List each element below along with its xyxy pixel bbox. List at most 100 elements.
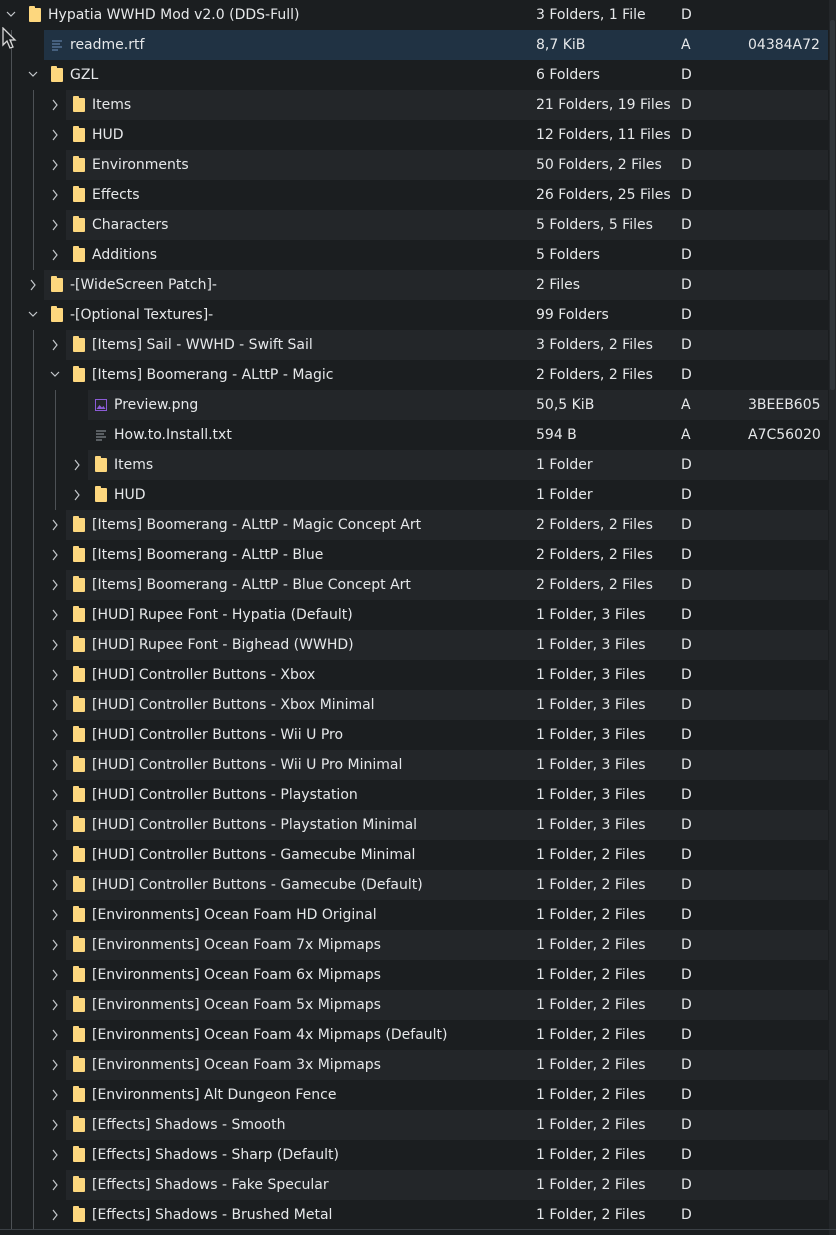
chevron-right-icon[interactable]: [48, 1020, 62, 1050]
tree-row[interactable]: Items 21 Folders, 19 Files D: [0, 90, 828, 120]
chevron-right-icon[interactable]: [48, 900, 62, 930]
chevron-right-icon[interactable]: [48, 330, 62, 360]
tree-row[interactable]: [Items] Boomerang - ALttP - Magic Concep…: [0, 510, 828, 540]
chevron-down-icon[interactable]: [48, 360, 62, 390]
tree-row[interactable]: [HUD] Controller Buttons - Gamecube Mini…: [0, 840, 828, 870]
tree-row[interactable]: [HUD] Rupee Font - Hypatia (Default) 1 Fo…: [0, 600, 828, 630]
chevron-right-icon[interactable]: [48, 90, 62, 120]
tree-row[interactable]: -[WideScreen Patch]- 2 Files D: [0, 270, 828, 300]
tree-row[interactable]: [Environments] Alt Dungeon Fence 1 Folder…: [0, 1080, 828, 1110]
tree-row[interactable]: Characters 5 Folders, 5 Files D: [0, 210, 828, 240]
entry-name: GZL: [70, 67, 99, 83]
entry-name: [Items] Boomerang - ALttP - Magic Concep…: [92, 517, 422, 533]
chevron-right-icon[interactable]: [48, 1080, 62, 1110]
tree-row[interactable]: [Items] Boomerang - ALttP - Magic 2 Folde…: [0, 360, 828, 390]
scrollbar-thumb[interactable]: [830, 20, 835, 390]
chevron-right-icon[interactable]: [48, 1110, 62, 1140]
entry-size: 1 Folder: [536, 457, 593, 473]
entry-size: 1 Folder, 2 Files: [536, 1147, 646, 1163]
tree-row[interactable]: [Environments] Ocean Foam HD Original 1 F…: [0, 900, 828, 930]
entry-attributes: D: [681, 577, 692, 593]
tree-row[interactable]: [Effects] Shadows - Sharp (Default) 1 Fol…: [0, 1140, 828, 1170]
chevron-right-icon[interactable]: [48, 690, 62, 720]
tree-row[interactable]: [HUD] Rupee Font - Bighead (WWHD) 1 Folde…: [0, 630, 828, 660]
tree-row[interactable]: [Environments] Ocean Foam 4x Mipmaps (De…: [0, 1020, 828, 1050]
chevron-right-icon[interactable]: [48, 510, 62, 540]
entry-attributes: D: [681, 1207, 692, 1223]
tree-row[interactable]: [Environments] Ocean Foam 7x Mipmaps 1 Fo…: [0, 930, 828, 960]
chevron-right-icon[interactable]: [48, 630, 62, 660]
chevron-right-icon[interactable]: [70, 450, 84, 480]
tree-row[interactable]: Effects 26 Folders, 25 Files D: [0, 180, 828, 210]
tree-row[interactable]: readme.rtf 8,7 KiB A 04384A72: [0, 30, 828, 60]
entry-name: [Environments] Ocean Foam 5x Mipmaps: [92, 997, 381, 1013]
tree-row[interactable]: Additions 5 Folders D: [0, 240, 828, 270]
tree-row[interactable]: [HUD] Controller Buttons - Xbox Minimal 1…: [0, 690, 828, 720]
tree-row[interactable]: [Items] Boomerang - ALttP - Blue 2 Folder…: [0, 540, 828, 570]
tree-row[interactable]: Items 1 Folder D: [0, 450, 828, 480]
tree-row[interactable]: [Environments] Ocean Foam 5x Mipmaps 1 Fo…: [0, 990, 828, 1020]
chevron-right-icon[interactable]: [48, 870, 62, 900]
tree-row[interactable]: [HUD] Controller Buttons - Playstation M…: [0, 810, 828, 840]
tree-row[interactable]: [Items] Sail - WWHD - Swift Sail 3 Folder…: [0, 330, 828, 360]
tree-row[interactable]: [Environments] Ocean Foam 3x Mipmaps 1 Fo…: [0, 1050, 828, 1080]
tree-row[interactable]: [HUD] Controller Buttons - Gamecube (Def…: [0, 870, 828, 900]
chevron-right-icon[interactable]: [48, 570, 62, 600]
chevron-right-icon[interactable]: [48, 780, 62, 810]
tree-row[interactable]: [HUD] Controller Buttons - Playstation 1 …: [0, 780, 828, 810]
tree-row[interactable]: How.to.Install.txt 594 B A A7C56020: [0, 420, 828, 450]
tree-row[interactable]: Preview.png 50,5 KiB A 3BEEB605: [0, 390, 828, 420]
tree-row[interactable]: [Items] Boomerang - ALttP - Blue Concept…: [0, 570, 828, 600]
entry-attributes: D: [681, 67, 692, 83]
entry-size: 1 Folder, 2 Files: [536, 967, 646, 983]
folder-icon: [73, 516, 85, 532]
chevron-right-icon[interactable]: [48, 720, 62, 750]
chevron-right-icon[interactable]: [48, 210, 62, 240]
entry-size: 1 Folder, 3 Files: [536, 787, 646, 803]
tree-row[interactable]: [HUD] Controller Buttons - Wii U Pro Min…: [0, 750, 828, 780]
chevron-down-icon[interactable]: [4, 0, 18, 30]
entry-size: 8,7 KiB: [536, 37, 586, 53]
chevron-right-icon[interactable]: [48, 1140, 62, 1170]
tree-row[interactable]: [Effects] Shadows - Smooth 1 Folder, 2 Fi…: [0, 1110, 828, 1140]
chevron-right-icon[interactable]: [48, 1200, 62, 1230]
chevron-right-icon[interactable]: [70, 480, 84, 510]
chevron-right-icon[interactable]: [48, 540, 62, 570]
chevron-right-icon[interactable]: [48, 660, 62, 690]
mouse-pointer-icon: [2, 27, 17, 49]
tree-row[interactable]: [HUD] Controller Buttons - Wii U Pro 1 Fo…: [0, 720, 828, 750]
chevron-right-icon[interactable]: [48, 990, 62, 1020]
entry-name: Effects: [92, 187, 140, 203]
chevron-right-icon[interactable]: [26, 270, 40, 300]
tree-row[interactable]: [HUD] Controller Buttons - Xbox 1 Folder,…: [0, 660, 828, 690]
chevron-down-icon[interactable]: [26, 60, 40, 90]
entry-size: 1 Folder, 2 Files: [536, 907, 646, 923]
row-background: [44, 30, 828, 60]
chevron-right-icon[interactable]: [48, 240, 62, 270]
chevron-right-icon[interactable]: [48, 1170, 62, 1200]
tree-row[interactable]: -[Optional Textures]- 99 Folders D: [0, 300, 828, 330]
chevron-right-icon[interactable]: [48, 960, 62, 990]
tree-row[interactable]: HUD 1 Folder D: [0, 480, 828, 510]
chevron-right-icon[interactable]: [48, 930, 62, 960]
entry-attributes: D: [681, 307, 692, 323]
tree-row[interactable]: Environments 50 Folders, 2 Files D: [0, 150, 828, 180]
chevron-right-icon[interactable]: [48, 600, 62, 630]
chevron-right-icon[interactable]: [48, 150, 62, 180]
folder-icon: [73, 1116, 85, 1132]
chevron-right-icon[interactable]: [48, 750, 62, 780]
chevron-down-icon[interactable]: [26, 300, 40, 330]
entry-attributes: D: [681, 997, 692, 1013]
chevron-right-icon[interactable]: [48, 840, 62, 870]
entry-name: [HUD] Controller Buttons - Gamecube Mini…: [92, 847, 416, 863]
tree-row[interactable]: [Environments] Ocean Foam 6x Mipmaps 1 Fo…: [0, 960, 828, 990]
chevron-right-icon[interactable]: [48, 180, 62, 210]
chevron-right-icon[interactable]: [48, 810, 62, 840]
chevron-right-icon[interactable]: [48, 1050, 62, 1080]
tree-row[interactable]: [Effects] Shadows - Fake Specular 1 Folde…: [0, 1170, 828, 1200]
tree-row[interactable]: Hypatia WWHD Mod v2.0 (DDS-Full) 3 Folder…: [0, 0, 828, 30]
tree-row[interactable]: GZL 6 Folders D: [0, 60, 828, 90]
tree-row[interactable]: [Effects] Shadows - Brushed Metal 1 Folde…: [0, 1200, 828, 1230]
tree-row[interactable]: HUD 12 Folders, 11 Files D: [0, 120, 828, 150]
chevron-right-icon[interactable]: [48, 120, 62, 150]
